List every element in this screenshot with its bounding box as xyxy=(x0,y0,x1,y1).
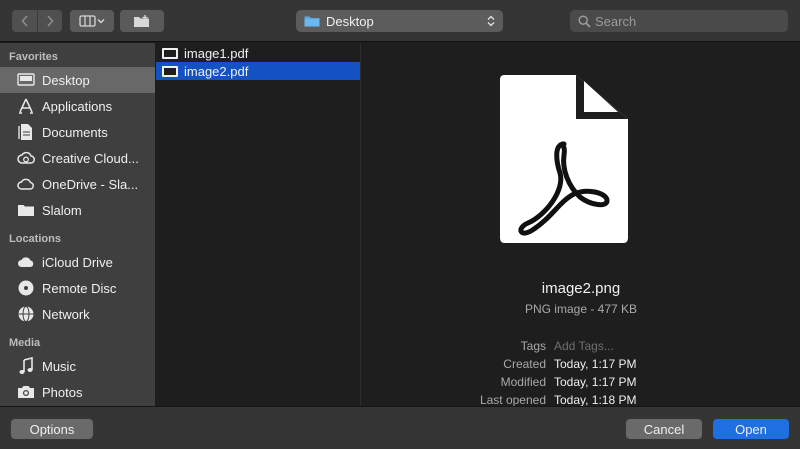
creative-cloud-icon xyxy=(16,148,36,168)
updown-chevron-icon xyxy=(487,15,495,27)
sidebar-item-label: OneDrive - Sla... xyxy=(42,176,139,192)
sidebar-item-remote-disc[interactable]: Remote Disc xyxy=(0,275,155,301)
cloud-icon xyxy=(16,174,36,194)
sidebar-section-favorites: Favorites xyxy=(9,51,58,63)
search-input[interactable] xyxy=(595,13,775,29)
options-button[interactable]: Options xyxy=(11,419,93,439)
sidebar-item-creative-cloud[interactable]: Creative Cloud... xyxy=(0,145,155,171)
metadata-value: Today, 1:17 PM xyxy=(554,375,637,389)
cancel-button[interactable]: Cancel xyxy=(626,419,702,439)
sidebar-item-documents[interactable]: Documents xyxy=(0,119,155,145)
metadata-key: Modified xyxy=(500,375,546,389)
disc-icon xyxy=(16,278,36,298)
list-item[interactable]: image2.pdf xyxy=(156,62,360,80)
sidebar-item-photos[interactable]: Photos xyxy=(0,379,155,405)
sidebar-item-network[interactable]: Network xyxy=(0,301,155,327)
new-folder-button[interactable] xyxy=(120,10,164,32)
sidebar-section-locations: Locations xyxy=(9,233,61,245)
sidebar-item-label: Music xyxy=(42,358,76,374)
pdf-document-icon xyxy=(500,75,628,243)
metadata-row: Created Today, 1:17 PM xyxy=(362,357,800,375)
list-item[interactable]: image1.pdf xyxy=(156,44,360,62)
file-icon xyxy=(162,65,178,77)
file-name: image2.pdf xyxy=(184,63,249,79)
add-tags-field[interactable]: Add Tags... xyxy=(554,339,614,357)
search-field[interactable] xyxy=(570,10,788,32)
folder-icon xyxy=(304,16,320,27)
sidebar-item-label: Creative Cloud... xyxy=(42,150,139,166)
metadata-row: Modified Today, 1:17 PM xyxy=(362,375,800,393)
preview-pane: image2.png PNG image - 477 KB Tags Add T… xyxy=(362,43,800,407)
back-button[interactable] xyxy=(12,10,37,32)
metadata-key: Created xyxy=(503,357,546,371)
file-icon xyxy=(162,47,178,59)
applications-icon xyxy=(16,96,36,116)
metadata-row: Tags Add Tags... xyxy=(362,339,800,357)
camera-icon xyxy=(16,382,36,402)
navigation-buttons xyxy=(12,10,62,32)
chevron-right-icon xyxy=(47,15,54,27)
columns-view-icon xyxy=(79,15,105,27)
preview-filename: image2.png xyxy=(541,280,621,297)
metadata-table: Tags Add Tags... Created Today, 1:17 PM … xyxy=(362,339,800,411)
sidebar-item-label: Applications xyxy=(42,98,113,114)
music-icon xyxy=(16,356,36,376)
documents-icon xyxy=(16,122,36,142)
view-options-button[interactable] xyxy=(70,10,114,32)
sidebar-section-media: Media xyxy=(9,337,41,349)
sidebar-item-music[interactable]: Music xyxy=(0,353,155,379)
folder-icon xyxy=(16,200,36,220)
location-popup[interactable]: Desktop xyxy=(296,10,503,32)
sidebar-item-label: Desktop xyxy=(42,72,90,88)
file-list: image1.pdf image2.pdf xyxy=(156,43,361,406)
location-label: Desktop xyxy=(326,13,374,29)
icloud-icon xyxy=(16,252,36,272)
file-name: image1.pdf xyxy=(184,45,249,61)
sidebar-item-applications[interactable]: Applications xyxy=(0,93,155,119)
sidebar-item-onedrive[interactable]: OneDrive - Sla... xyxy=(0,171,155,197)
forward-button[interactable] xyxy=(37,10,62,32)
preview-kind: PNG image - 477 KB xyxy=(524,302,638,316)
sidebar-item-label: Photos xyxy=(42,384,83,400)
sidebar-item-label: iCloud Drive xyxy=(42,254,113,270)
search-icon xyxy=(578,14,591,28)
network-icon xyxy=(16,304,36,324)
metadata-key: Tags xyxy=(520,339,546,353)
chevron-left-icon xyxy=(20,15,28,27)
new-folder-icon xyxy=(134,15,149,27)
sidebar-item-label: Slalom xyxy=(42,202,82,218)
desktop-icon xyxy=(16,70,36,90)
sidebar-item-icloud-drive[interactable]: iCloud Drive xyxy=(0,249,155,275)
toolbar: Desktop xyxy=(0,0,800,42)
bottom-bar: Options Cancel Open xyxy=(0,406,800,449)
sidebar: Favorites Desktop Applications Documents… xyxy=(0,43,155,406)
metadata-value: Today, 1:17 PM xyxy=(554,357,637,371)
sidebar-item-label: Network xyxy=(42,306,90,322)
sidebar-item-label: Documents xyxy=(42,124,108,140)
sidebar-item-desktop[interactable]: Desktop xyxy=(0,67,155,93)
open-button[interactable]: Open xyxy=(713,419,789,439)
sidebar-item-slalom[interactable]: Slalom xyxy=(0,197,155,223)
sidebar-item-label: Remote Disc xyxy=(42,280,117,296)
